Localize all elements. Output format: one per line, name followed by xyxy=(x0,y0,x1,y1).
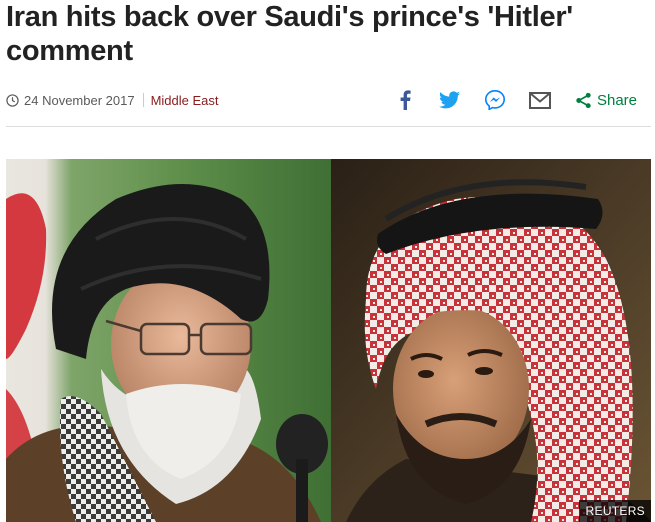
header-divider xyxy=(6,126,651,127)
meta-divider xyxy=(142,93,144,107)
article-headline: Iran hits back over Saudi's prince's 'Hi… xyxy=(6,1,573,67)
share-tools: Share xyxy=(394,86,637,114)
article-meta: 24 November 2017 Middle East Share xyxy=(6,86,651,114)
article-date: 24 November 2017 xyxy=(6,93,135,108)
messenger-icon[interactable] xyxy=(484,89,506,111)
twitter-icon[interactable] xyxy=(439,89,461,111)
share-label: Share xyxy=(596,91,637,109)
composite-portrait-image xyxy=(6,159,651,522)
share-button[interactable]: Share xyxy=(575,92,637,109)
section-link[interactable]: Middle East xyxy=(151,93,219,108)
facebook-icon[interactable] xyxy=(394,89,416,111)
date-text: 24 November 2017 xyxy=(24,92,135,108)
share-icon xyxy=(576,92,591,108)
article-photo: REUTERS xyxy=(6,159,651,522)
photo-credit: REUTERS xyxy=(578,500,651,522)
email-icon[interactable] xyxy=(528,89,551,111)
clock-icon xyxy=(6,93,19,107)
